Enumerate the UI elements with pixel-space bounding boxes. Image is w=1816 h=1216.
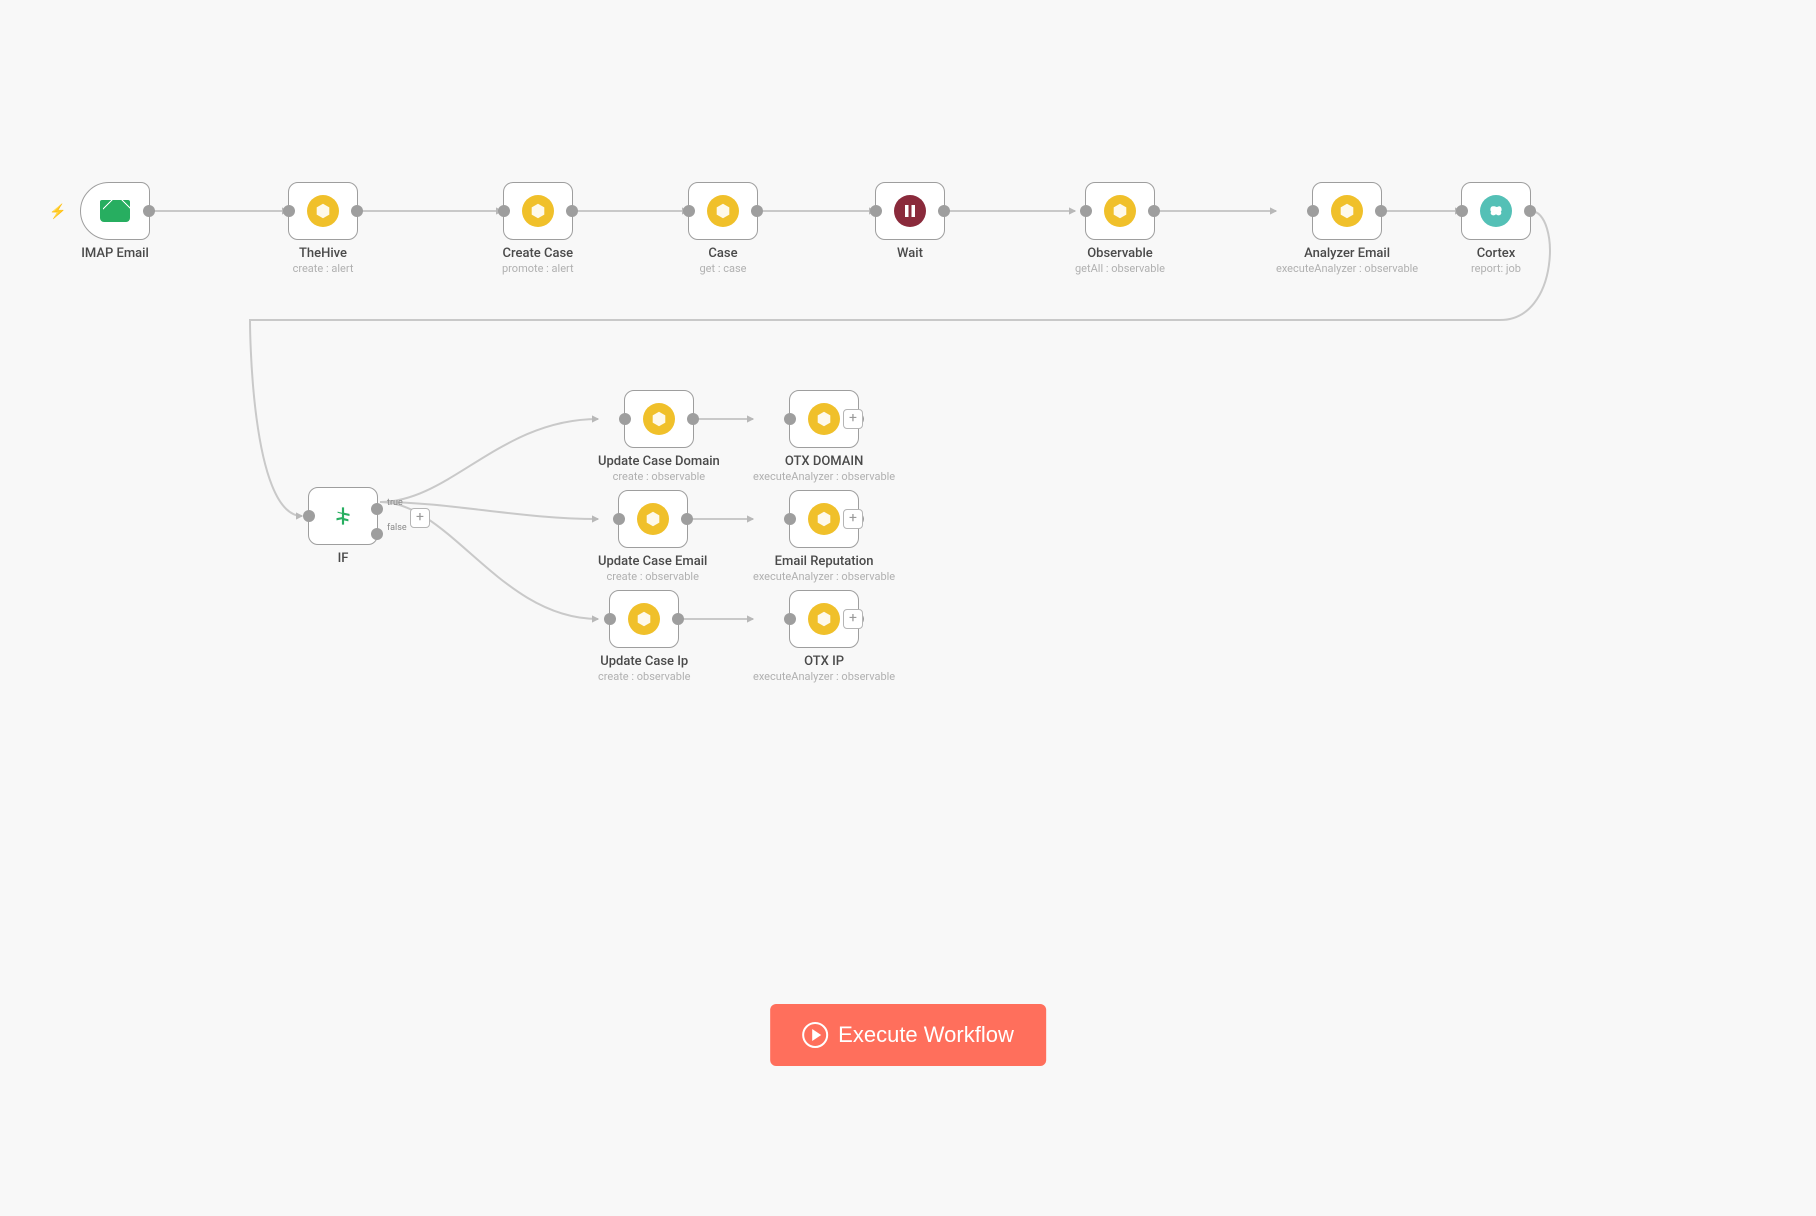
node-if[interactable]: true false IF [308, 487, 378, 566]
node-subtitle: promote : alert [502, 262, 574, 275]
node-subtitle: executeAnalyzer : observable [753, 470, 895, 483]
port-icon[interactable] [351, 205, 363, 217]
hive-icon [707, 195, 739, 227]
port-true[interactable] [371, 503, 383, 515]
email-icon [100, 200, 130, 222]
execute-workflow-button[interactable]: Execute Workflow [770, 1004, 1046, 1066]
port-icon[interactable] [1456, 205, 1468, 217]
port-icon[interactable] [1307, 205, 1319, 217]
node-title: IF [338, 551, 349, 566]
port-icon[interactable] [143, 205, 155, 217]
node-title: Observable [1075, 246, 1165, 261]
branch-icon [328, 501, 358, 531]
node-subtitle: create : alert [293, 262, 354, 275]
add-connection-button[interactable]: + [843, 609, 863, 629]
node-subtitle: executeAnalyzer : observable [753, 570, 895, 583]
hive-icon [307, 195, 339, 227]
add-connection-button[interactable]: + [843, 409, 863, 429]
port-icon[interactable] [303, 510, 315, 522]
node-observable[interactable]: Observable getAll : observable [1075, 182, 1165, 275]
port-icon[interactable] [498, 205, 510, 217]
add-connection-button[interactable]: + [410, 508, 430, 528]
add-connection-button[interactable]: + [843, 509, 863, 529]
port-false[interactable] [371, 528, 383, 540]
port-icon[interactable] [683, 205, 695, 217]
execute-label: Execute Workflow [838, 1022, 1014, 1048]
node-otx-domain[interactable]: OTX DOMAIN executeAnalyzer : observable [753, 390, 895, 483]
node-title: Case [700, 246, 747, 261]
node-cortex[interactable]: Cortex report: job [1461, 182, 1531, 275]
hive-icon [808, 403, 840, 435]
hive-icon [637, 503, 669, 535]
port-icon[interactable] [687, 413, 699, 425]
node-title: Email Reputation [753, 554, 895, 569]
node-update-case-domain[interactable]: Update Case Domain create : observable [598, 390, 720, 483]
port-icon[interactable] [870, 205, 882, 217]
port-icon[interactable] [283, 205, 295, 217]
trigger-bolt-icon: ⚡ [49, 204, 66, 220]
node-title: Update Case Ip [598, 654, 690, 669]
hive-icon [1104, 195, 1136, 227]
node-email-reputation[interactable]: Email Reputation executeAnalyzer : obser… [753, 490, 895, 583]
port-icon[interactable] [604, 613, 616, 625]
node-analyzer-email[interactable]: Analyzer Email executeAnalyzer : observa… [1276, 182, 1418, 275]
node-imap-email[interactable]: IMAP Email [80, 182, 150, 261]
node-title: Create Case [502, 246, 574, 261]
node-update-case-ip[interactable]: Update Case Ip create : observable [598, 590, 690, 683]
port-icon[interactable] [566, 205, 578, 217]
port-icon[interactable] [619, 413, 631, 425]
port-icon[interactable] [938, 205, 950, 217]
port-icon[interactable] [1148, 205, 1160, 217]
play-icon [802, 1022, 828, 1048]
port-icon[interactable] [784, 413, 796, 425]
port-icon[interactable] [681, 513, 693, 525]
node-title: Cortex [1471, 246, 1521, 261]
port-icon[interactable] [613, 513, 625, 525]
node-title: TheHive [293, 246, 354, 261]
hive-icon [808, 503, 840, 535]
hive-icon [643, 403, 675, 435]
node-otx-ip[interactable]: OTX IP executeAnalyzer : observable [753, 590, 895, 683]
node-title: OTX IP [753, 654, 895, 669]
workflow-canvas[interactable]: ⚡ IMAP Email TheHive create : alert Crea… [0, 0, 1816, 1216]
node-title: OTX DOMAIN [753, 454, 895, 469]
port-icon[interactable] [1375, 205, 1387, 217]
port-icon[interactable] [1080, 205, 1092, 217]
node-title: Analyzer Email [1276, 246, 1418, 261]
port-icon[interactable] [672, 613, 684, 625]
node-subtitle: executeAnalyzer : observable [1276, 262, 1418, 275]
node-title: Wait [897, 246, 923, 261]
node-subtitle: executeAnalyzer : observable [753, 670, 895, 683]
node-subtitle: create : observable [598, 470, 720, 483]
node-update-case-email[interactable]: Update Case Email create : observable [598, 490, 707, 583]
node-title: Update Case Domain [598, 454, 720, 469]
node-thehive[interactable]: TheHive create : alert [288, 182, 358, 275]
node-case[interactable]: Case get : case [688, 182, 758, 275]
node-create-case[interactable]: Create Case promote : alert [502, 182, 574, 275]
port-icon[interactable] [1524, 205, 1536, 217]
node-subtitle: create : observable [598, 670, 690, 683]
node-subtitle: getAll : observable [1075, 262, 1165, 275]
node-subtitle: get : case [700, 262, 747, 275]
port-icon[interactable] [751, 205, 763, 217]
port-label-true: true [387, 499, 403, 508]
hive-icon [1331, 195, 1363, 227]
hive-icon [808, 603, 840, 635]
node-title: IMAP Email [81, 246, 149, 261]
port-icon[interactable] [784, 513, 796, 525]
hive-icon [628, 603, 660, 635]
node-subtitle: report: job [1471, 262, 1521, 275]
node-subtitle: create : observable [598, 570, 707, 583]
port-icon[interactable] [784, 613, 796, 625]
port-label-false: false [387, 524, 407, 533]
node-wait[interactable]: Wait [875, 182, 945, 261]
node-title: Update Case Email [598, 554, 707, 569]
pause-icon [894, 195, 926, 227]
cortex-icon [1480, 195, 1512, 227]
hive-icon [522, 195, 554, 227]
